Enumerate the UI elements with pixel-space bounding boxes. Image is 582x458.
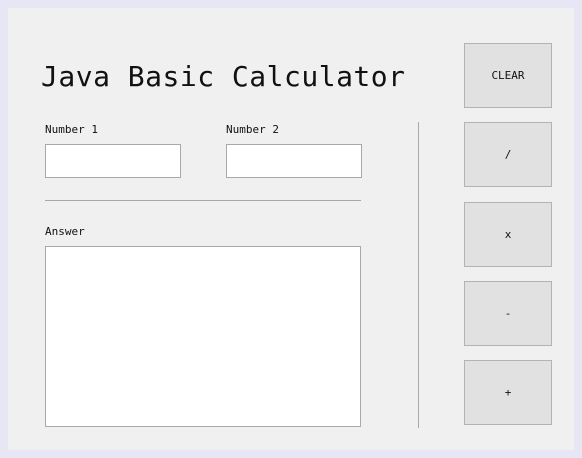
number2-label: Number 2 bbox=[226, 123, 279, 136]
number2-input[interactable] bbox=[226, 144, 362, 178]
number1-label: Number 1 bbox=[45, 123, 98, 136]
divide-button[interactable]: / bbox=[464, 122, 552, 187]
app-title: Java Basic Calculator bbox=[41, 60, 406, 93]
number1-input[interactable] bbox=[45, 144, 181, 178]
answer-output[interactable] bbox=[45, 246, 361, 427]
multiply-button[interactable]: x bbox=[464, 202, 552, 267]
calculator-window: Java Basic Calculator Number 1 Number 2 … bbox=[8, 8, 574, 450]
answer-label: Answer bbox=[45, 225, 85, 238]
vertical-divider bbox=[418, 122, 419, 428]
subtract-button[interactable]: - bbox=[464, 281, 552, 346]
clear-button[interactable]: CLEAR bbox=[464, 43, 552, 108]
horizontal-divider bbox=[45, 200, 361, 201]
add-button[interactable]: + bbox=[464, 360, 552, 425]
